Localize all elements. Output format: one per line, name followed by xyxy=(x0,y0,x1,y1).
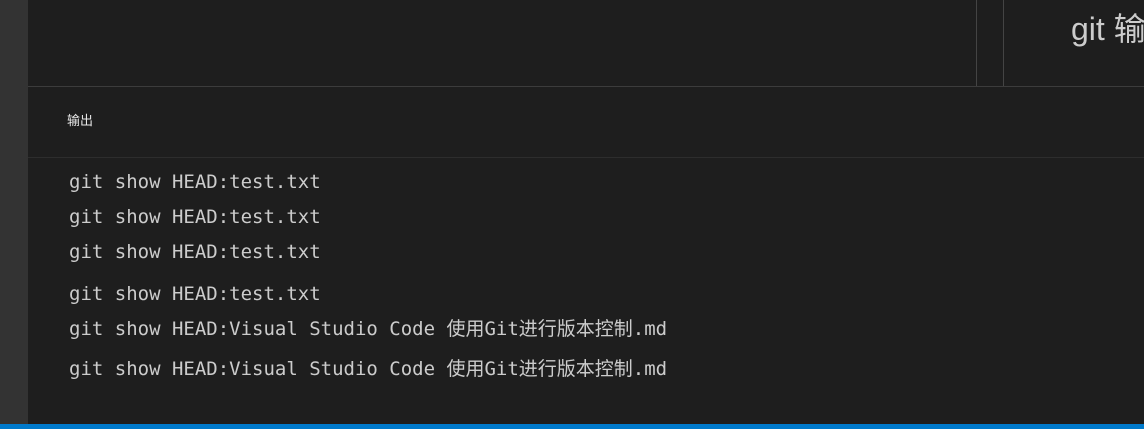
output-panel-title[interactable]: 输出 xyxy=(67,112,93,132)
editor-split-divider-secondary[interactable] xyxy=(1003,0,1004,86)
output-line: git show HEAD:test.txt xyxy=(69,206,321,228)
output-line: git show HEAD:test.txt xyxy=(69,283,321,305)
output-line: git show HEAD:test.txt xyxy=(69,171,321,193)
activity-bar xyxy=(0,0,28,424)
output-line: git show HEAD:test.txt xyxy=(69,241,321,263)
markdown-preview-title: git 输 xyxy=(1071,11,1144,47)
editor-split-divider[interactable] xyxy=(976,0,977,86)
status-bar xyxy=(0,424,1144,429)
vscode-window: git 输 输出 git show HEAD:test.txt git show… xyxy=(0,0,1144,429)
output-panel-header xyxy=(28,87,1144,158)
output-line: git show HEAD:Visual Studio Code 使用Git进行… xyxy=(69,358,668,380)
output-line: git show HEAD:Visual Studio Code 使用Git进行… xyxy=(69,318,668,340)
